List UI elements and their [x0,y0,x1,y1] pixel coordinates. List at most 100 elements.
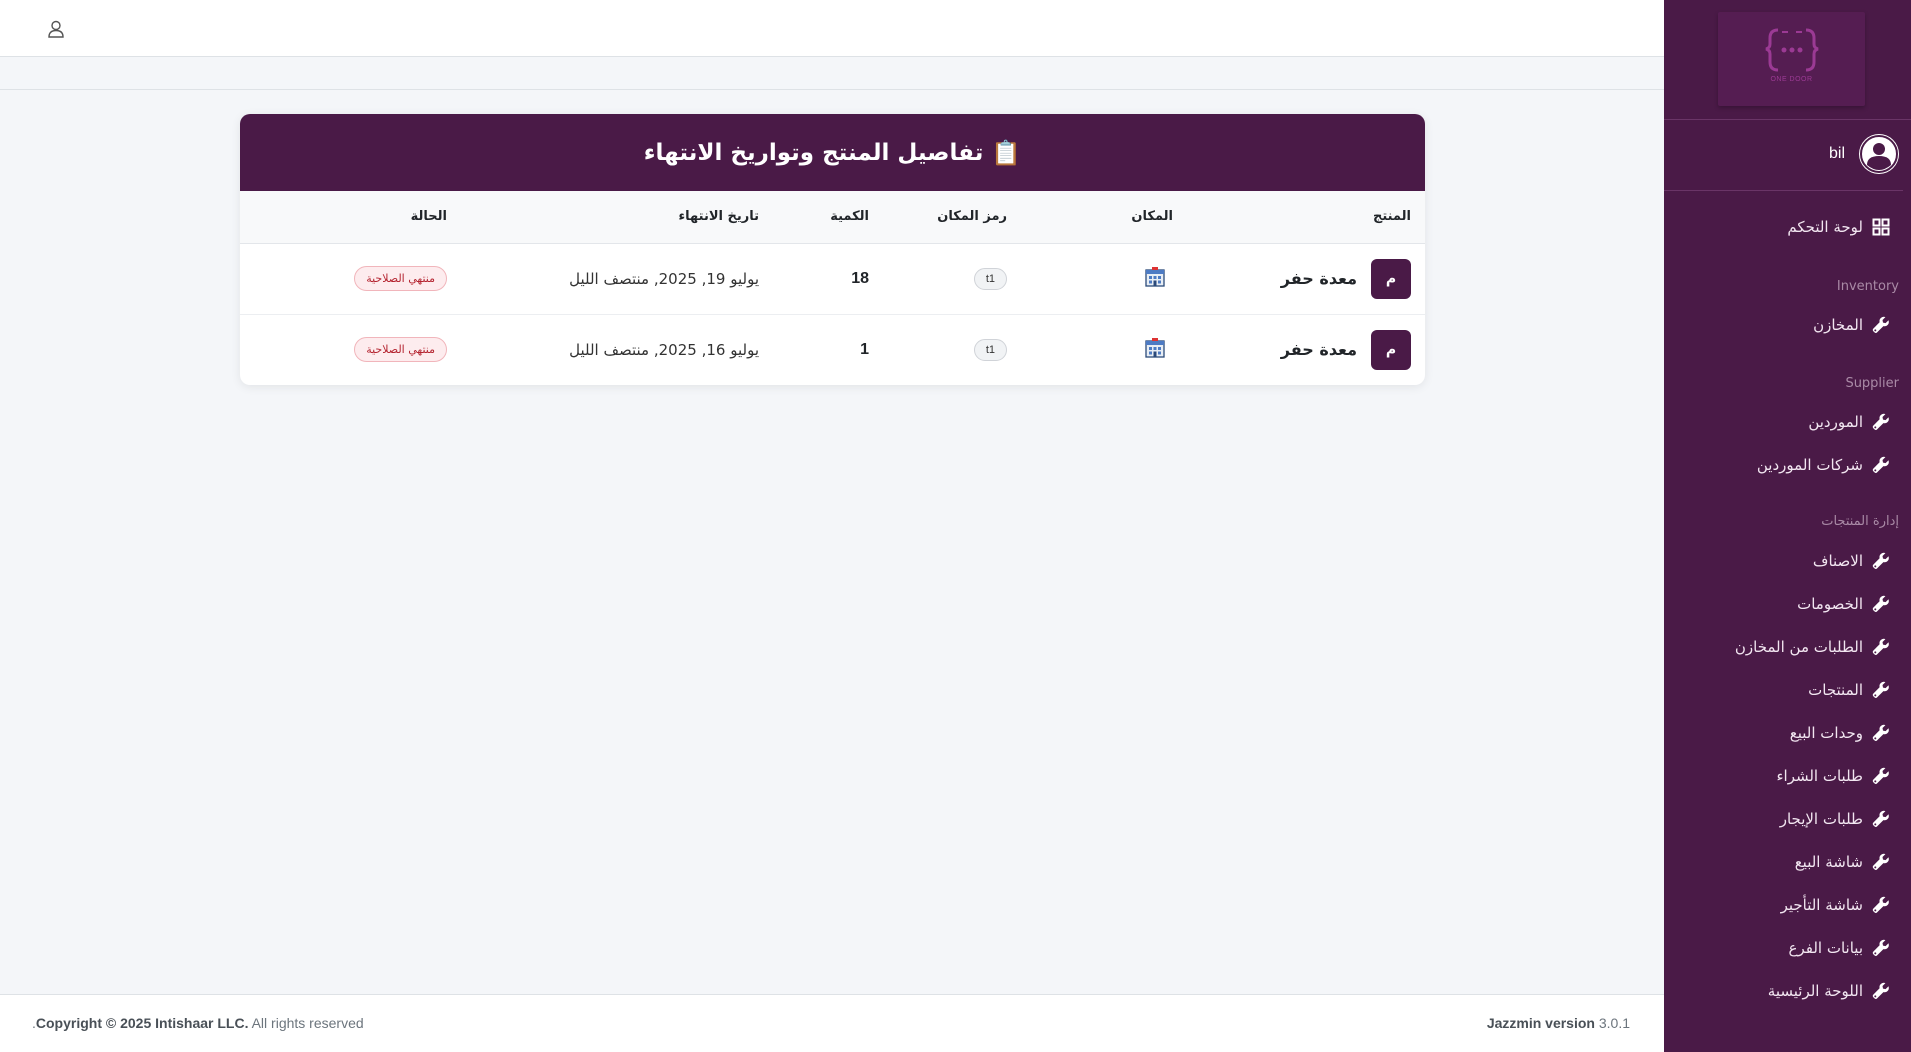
dashboard-icon [1871,217,1891,237]
location-code-badge: t1 [973,338,1007,361]
sidebar-item[interactable]: المخازن [1813,315,1891,335]
sidebar-item-label: طلبات الشراء [1776,767,1863,785]
user-panel[interactable]: bil [1829,134,1899,174]
sidebar-item-label: الخصومات [1797,595,1863,613]
copyright-rest: All rights reserved [251,1015,364,1031]
location-code-cell: t1 [869,314,1007,385]
sidebar-item-label: شاشة البيع [1794,853,1863,871]
expiry-date: يوليو 19, 2025, منتصف الليل [569,269,759,288]
sidebar-item[interactable]: الموردين [1808,412,1891,432]
wrench-icon [1871,938,1891,958]
wrench-icon [1871,895,1891,915]
col-header-product: المنتج [1173,191,1425,244]
sidebar-item[interactable]: المنتجات [1808,680,1891,700]
sidebar-divider [1664,119,1911,120]
brand-caption: ONE DOOR [1770,76,1813,83]
quantity-value: 1 [860,341,869,359]
sidebar-item-label: المنتجات [1808,681,1863,699]
product-badge: م [1371,258,1411,299]
sidebar-item-label: الموردين [1808,413,1863,431]
wrench-icon [1871,766,1891,786]
content-header [0,57,1664,90]
col-header-expiry: تاريخ الانتهاء [447,191,759,244]
user-icon[interactable] [46,19,66,39]
footer: .Copyright © 2025 Intishaar LLC. All rig… [0,994,1664,1052]
wrench-icon [1871,680,1891,700]
expiry-date: يوليو 16, 2025, منتصف الليل [569,340,759,359]
expiry-cell: يوليو 16, 2025, منتصف الليل [447,314,759,385]
sidebar: ONE DOOR bil لوحة التحكم Inventory المخاز… [1664,0,1911,1052]
sidebar-section-header: إدارة المنتجات [1821,514,1899,529]
building-icon [1143,265,1167,293]
card-header: 📋 تفاصيل المنتج وتواريخ الانتهاء [240,114,1425,191]
wrench-icon [1871,594,1891,614]
table-row: م معدة حفر t1 18 يوليو 19, 2025, منتصف الليل… [240,243,1425,315]
wrench-icon [1871,852,1891,872]
status-badge: منتهي الصلاحية [354,266,447,291]
table-row: م معدة حفر t1 1 يوليو 16, 2025, منتصف الليل م… [240,314,1425,385]
wrench-icon [1871,723,1891,743]
product-name: معدة حفر [1280,340,1357,360]
sidebar-item[interactable]: اللوحة الرئيسية [1768,981,1891,1001]
sidebar-section-header: Inventory [1836,279,1899,294]
status-cell: منتهي الصلاحية [240,243,447,315]
col-header-location: المكان [1007,191,1173,244]
sidebar-item[interactable]: الطلبات من المخازن [1735,637,1891,657]
product-cell: م معدة حفر [1173,314,1425,385]
brand-logo[interactable]: ONE DOOR [1718,12,1865,106]
sidebar-item-label: المخازن [1813,316,1863,334]
version-info: Jazzmin version 3.0.1 [1487,1015,1630,1031]
sidebar-item[interactable]: الخصومات [1797,594,1891,614]
sidebar-section-header: Supplier [1845,376,1899,391]
table-header-row: المنتج المكان رمز المكان الكمية تاريخ ال… [240,191,1425,244]
copyright: .Copyright © 2025 Intishaar LLC. All rig… [32,1015,364,1031]
wrench-icon [1871,412,1891,432]
sidebar-item[interactable]: شاشة التأجير [1781,895,1891,915]
sidebar-item[interactable]: شاشة البيع [1795,852,1891,872]
sidebar-item[interactable]: بيانات الفرع [1789,938,1891,958]
location-code-badge: t1 [973,267,1007,290]
sidebar-item-label: شركات الموردين [1756,456,1863,474]
user-avatar-icon [1859,134,1899,174]
quantity-cell: 18 [759,243,869,315]
wrench-icon [1871,551,1891,571]
product-name: معدة حفر [1280,269,1357,288]
product-badge: م [1371,329,1411,370]
quantity-cell: 1 [759,314,869,385]
status-badge: منتهي الصلاحية [354,337,447,363]
building-icon [1143,336,1167,364]
version-number: 3.0.1 [1598,1015,1630,1031]
sidebar-item-label: الاصناف [1812,552,1863,570]
quantity-value: 18 [851,270,869,287]
sidebar-item-label: اللوحة الرئيسية [1767,982,1863,1000]
sidebar-item-label: شاشة التأجير [1780,896,1863,914]
wrench-icon [1871,809,1891,829]
card-title: تفاصيل المنتج وتواريخ الانتهاء [643,139,984,166]
location-cell [1007,314,1173,385]
sidebar-item-label: طلبات الإيجار [1779,810,1863,828]
top-navbar [0,0,1664,57]
clipboard-icon: 📋 [991,138,1022,167]
location-cell [1007,243,1173,315]
wrench-icon [1871,981,1891,1001]
sidebar-item[interactable]: شركات الموردين [1757,455,1891,475]
sidebar-item-dashboard[interactable]: لوحة التحكم [1787,217,1891,237]
copyright-holder: Copyright © 2025 Intishaar LLC. [35,1015,249,1031]
col-header-status: الحالة [240,191,447,244]
sidebar-item-label: لوحة التحكم [1787,218,1863,236]
version-label: Jazzmin version [1486,1015,1595,1031]
sidebar-item[interactable]: الاصناف [1813,551,1891,571]
expiry-cell: يوليو 19, 2025, منتصف الليل [447,243,759,315]
expiry-table: المنتج المكان رمز المكان الكمية تاريخ ال… [240,191,1425,385]
wrench-icon [1871,455,1891,475]
user-name: bil [1828,145,1845,162]
sidebar-item[interactable]: طلبات الإيجار [1780,809,1891,829]
product-expiry-card: 📋 تفاصيل المنتج وتواريخ الانتهاء المنتج … [240,114,1425,385]
col-header-quantity: الكمية [759,191,869,244]
sidebar-item[interactable]: وحدات البيع [1790,723,1891,743]
sidebar-item-label: وحدات البيع [1789,724,1863,742]
sidebar-item-label: بيانات الفرع [1788,939,1863,957]
wrench-icon [1871,637,1891,657]
sidebar-item[interactable]: طلبات الشراء [1776,766,1891,786]
product-cell: م معدة حفر [1173,243,1425,315]
